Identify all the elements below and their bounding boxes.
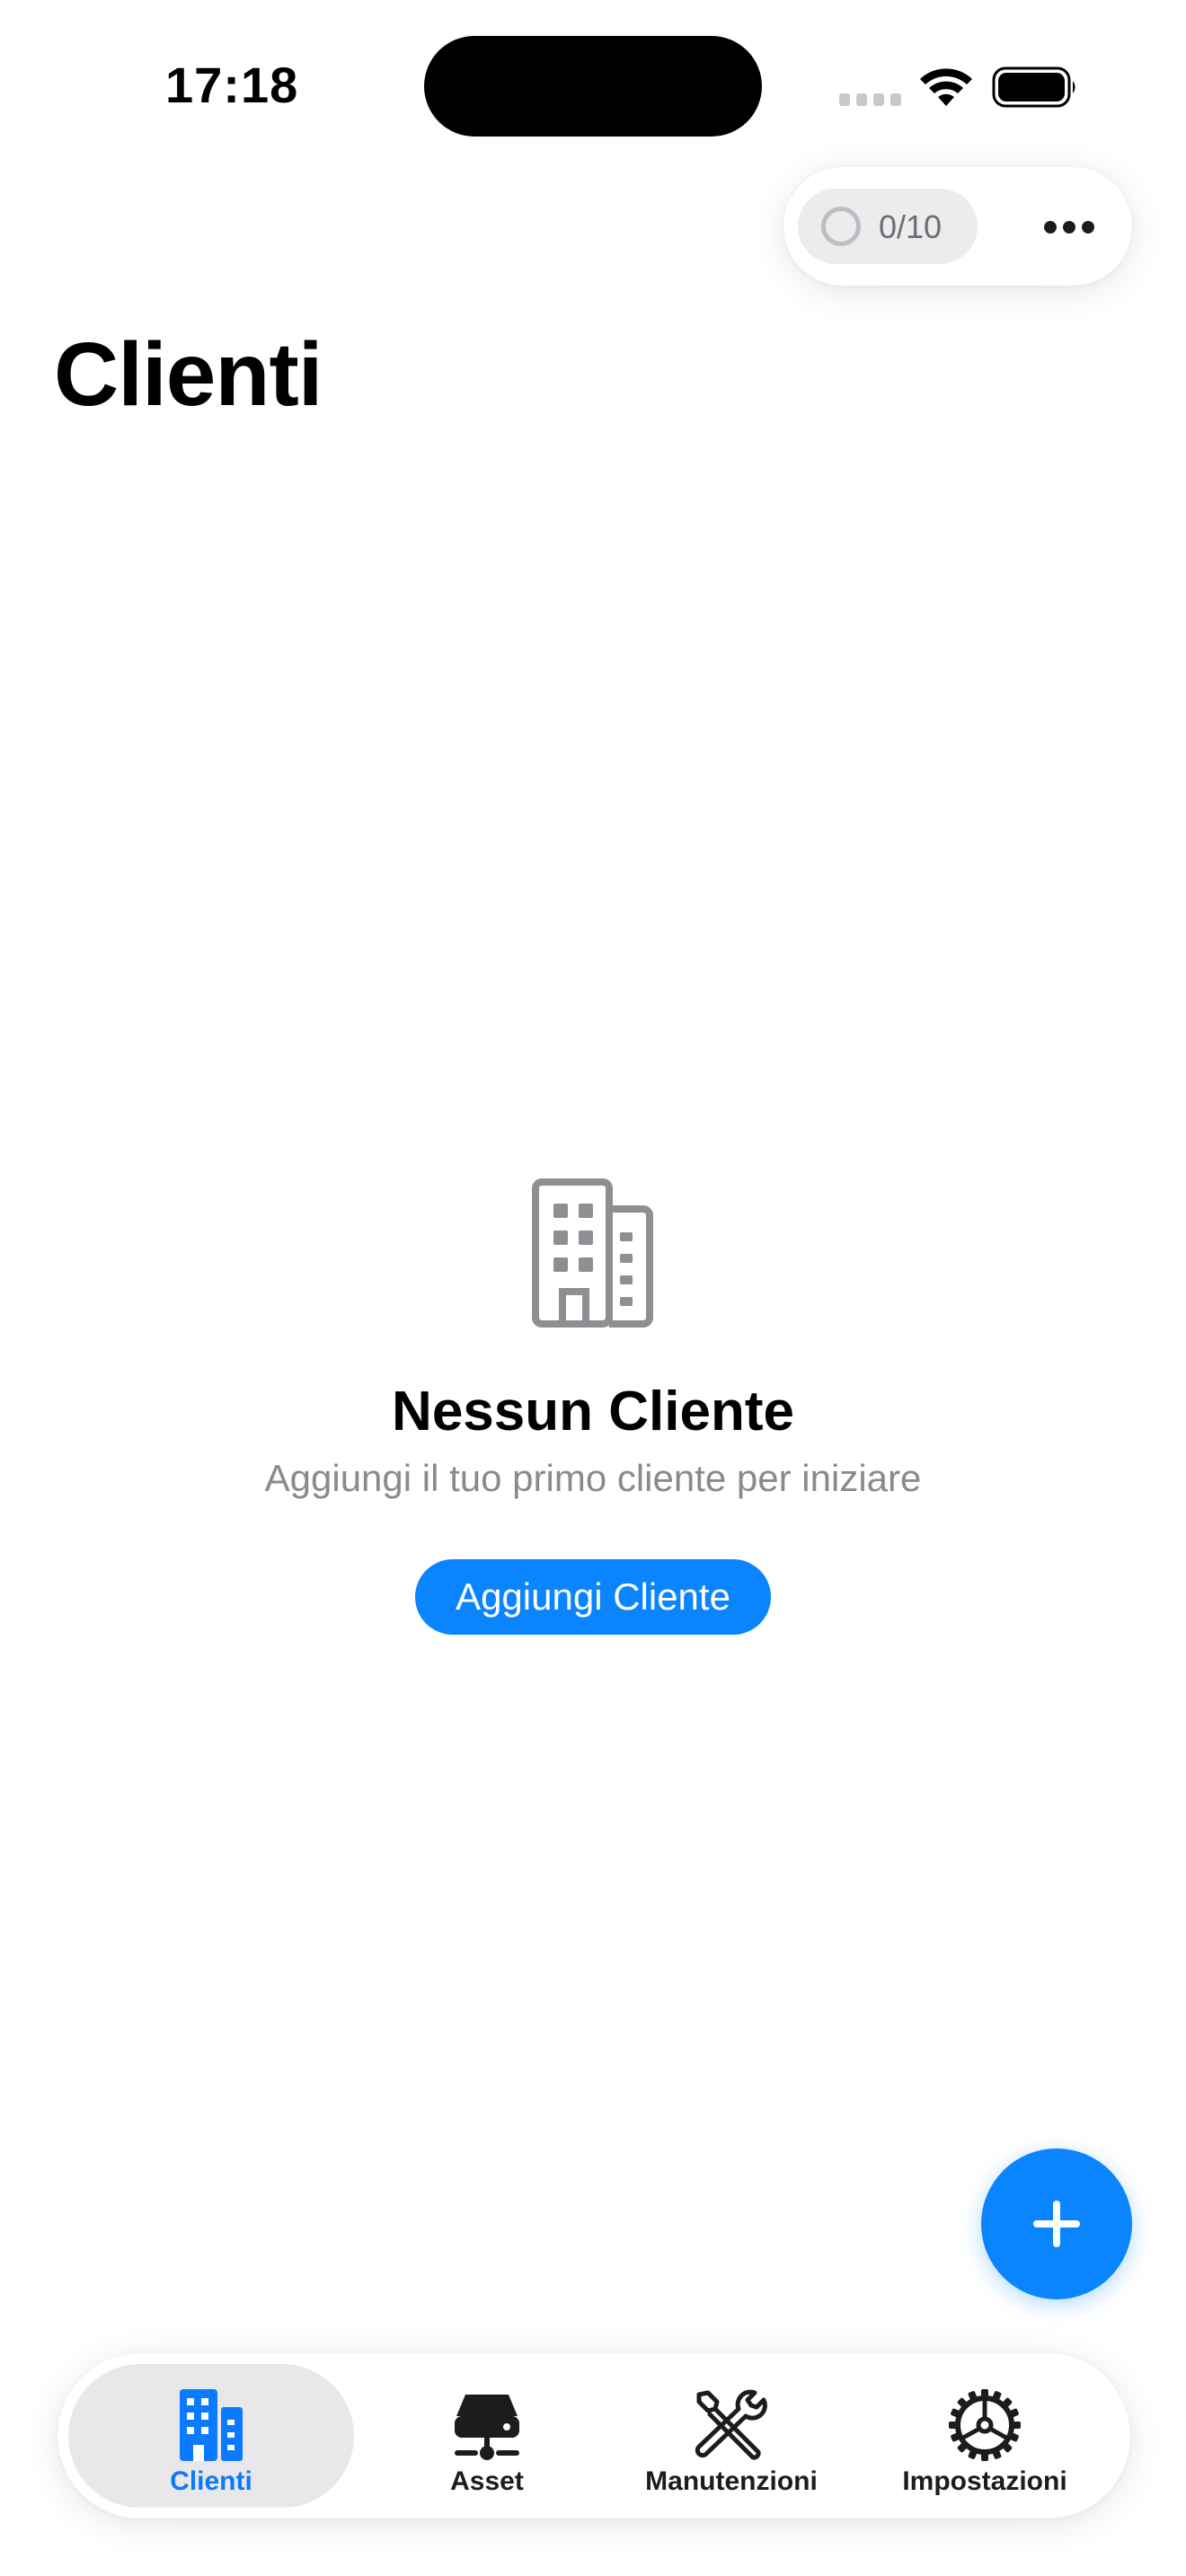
wifi-icon bbox=[920, 68, 972, 106]
clients-screen: 17:18 0/10 Clienti Nessun Cliente Aggiun… bbox=[0, 0, 1186, 2576]
tab-bar: Clienti Asset Manutenzioni Impostazioni bbox=[58, 2353, 1130, 2519]
progress-chip[interactable]: 0/10 bbox=[798, 189, 978, 264]
status-time: 17:18 bbox=[165, 57, 299, 113]
plus-icon bbox=[1033, 2201, 1080, 2247]
server-icon bbox=[455, 2395, 519, 2460]
page-title: Clienti bbox=[54, 324, 323, 425]
battery-icon bbox=[992, 66, 1075, 108]
building-icon bbox=[180, 2389, 243, 2461]
tab-label: Clienti bbox=[170, 2466, 252, 2496]
empty-state-title: Nessun Cliente bbox=[392, 1381, 794, 1442]
dynamic-island bbox=[424, 36, 762, 137]
more-options-button[interactable] bbox=[1026, 194, 1112, 259]
ellipsis-icon bbox=[1044, 221, 1057, 234]
progress-label: 0/10 bbox=[879, 208, 943, 245]
tab-asset[interactable]: Asset bbox=[388, 2364, 586, 2508]
progress-ring-icon bbox=[821, 207, 861, 246]
wrench-screwdriver-icon bbox=[695, 2389, 767, 2460]
gear-icon bbox=[949, 2389, 1021, 2461]
add-floating-button[interactable] bbox=[981, 2148, 1132, 2299]
empty-state-subtitle: Aggiungi il tuo primo cliente per inizia… bbox=[264, 1457, 922, 1499]
tab-label: Impostazioni bbox=[902, 2466, 1067, 2496]
tab-manutenzioni[interactable]: Manutenzioni bbox=[616, 2364, 846, 2508]
tab-clienti[interactable]: Clienti bbox=[68, 2364, 354, 2508]
add-client-button[interactable]: Aggiungi Cliente bbox=[415, 1559, 771, 1635]
tab-label: Manutenzioni bbox=[645, 2466, 818, 2496]
top-toolbar: 0/10 bbox=[783, 167, 1132, 286]
tab-label: Asset bbox=[450, 2466, 524, 2496]
building-icon bbox=[532, 1178, 653, 1328]
cellular-signal-icon bbox=[839, 93, 901, 106]
tab-impostazioni[interactable]: Impostazioni bbox=[870, 2364, 1100, 2508]
